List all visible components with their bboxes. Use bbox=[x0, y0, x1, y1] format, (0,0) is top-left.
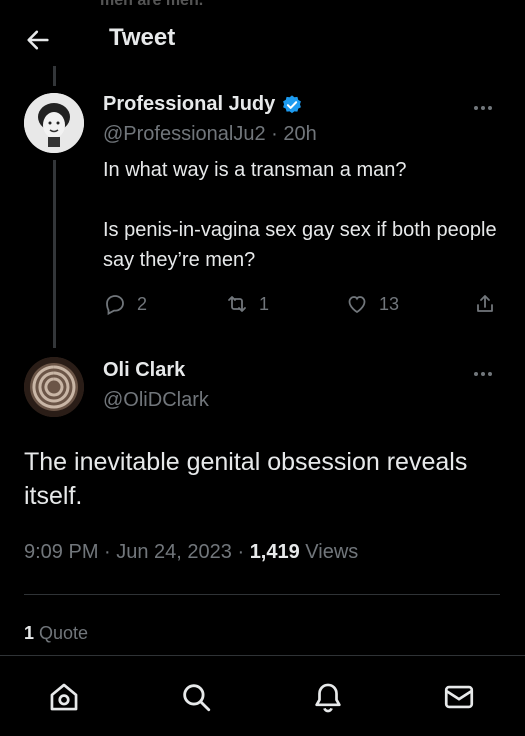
more-options-icon[interactable] bbox=[472, 97, 502, 117]
quote-count-link[interactable]: 1 Quote bbox=[24, 623, 88, 644]
thread-connector bbox=[53, 160, 56, 348]
like-button[interactable]: 13 bbox=[345, 292, 399, 316]
verified-badge-icon bbox=[283, 94, 302, 113]
reply-count: 2 bbox=[137, 293, 148, 314]
cut-off-text: men are men. bbox=[100, 0, 204, 9]
heart-icon bbox=[348, 296, 366, 314]
retweet-button[interactable]: 1 bbox=[225, 292, 269, 316]
thread-connector-top bbox=[53, 66, 56, 86]
avatar-image bbox=[24, 357, 84, 417]
share-button[interactable] bbox=[473, 292, 497, 316]
author-name[interactable]: Oli Clark bbox=[103, 359, 185, 382]
home-icon[interactable] bbox=[47, 680, 81, 714]
top-bar: men are men. Tweet bbox=[0, 0, 525, 78]
reply-icon bbox=[106, 295, 124, 316]
author-name[interactable]: Professional Judy bbox=[103, 93, 275, 116]
tweet-text-line: Is penis-in-vagina sex gay sex if both p… bbox=[103, 219, 497, 271]
author-handle-time: @ProfessionalJu2 · 20h bbox=[103, 123, 317, 145]
messages-icon[interactable] bbox=[442, 680, 476, 714]
quote-label: Quote bbox=[34, 623, 89, 643]
page-title: Tweet bbox=[109, 24, 176, 51]
avatar[interactable] bbox=[24, 93, 84, 153]
tweet-text-line: In what way is a transman a man? bbox=[103, 159, 407, 181]
retweet-icon bbox=[228, 296, 246, 312]
notifications-icon[interactable] bbox=[311, 680, 345, 714]
author-row: Professional Judy bbox=[103, 93, 303, 116]
author-handle: @OliDClark bbox=[103, 389, 209, 411]
like-count: 13 bbox=[379, 293, 400, 314]
search-icon[interactable] bbox=[179, 680, 213, 714]
reply-button[interactable]: 2 bbox=[103, 292, 147, 316]
avatar-image bbox=[24, 93, 84, 153]
reply-tweet-text: In what way is a transman a man? Is peni… bbox=[103, 155, 503, 275]
quote-count: 1 bbox=[24, 623, 35, 643]
views-count: 1,419 bbox=[249, 541, 300, 563]
divider bbox=[24, 594, 500, 595]
share-icon bbox=[477, 295, 493, 312]
tweet-meta: 9:09 PM · Jun 24, 2023 · 1,419 Views bbox=[24, 541, 358, 564]
retweet-count: 1 bbox=[259, 293, 270, 314]
back-arrow-icon[interactable] bbox=[24, 26, 52, 54]
main-tweet-text: The inevitable genital obsession reveals… bbox=[24, 448, 468, 510]
timestamp[interactable]: 9:09 PM · Jun 24, 2023 · bbox=[24, 541, 250, 563]
views-label: Views bbox=[299, 541, 359, 563]
tweet-actions: 2 1 13 bbox=[103, 292, 503, 322]
more-options-icon[interactable] bbox=[472, 363, 502, 383]
bottom-navigation bbox=[0, 655, 525, 736]
avatar[interactable] bbox=[24, 357, 84, 417]
